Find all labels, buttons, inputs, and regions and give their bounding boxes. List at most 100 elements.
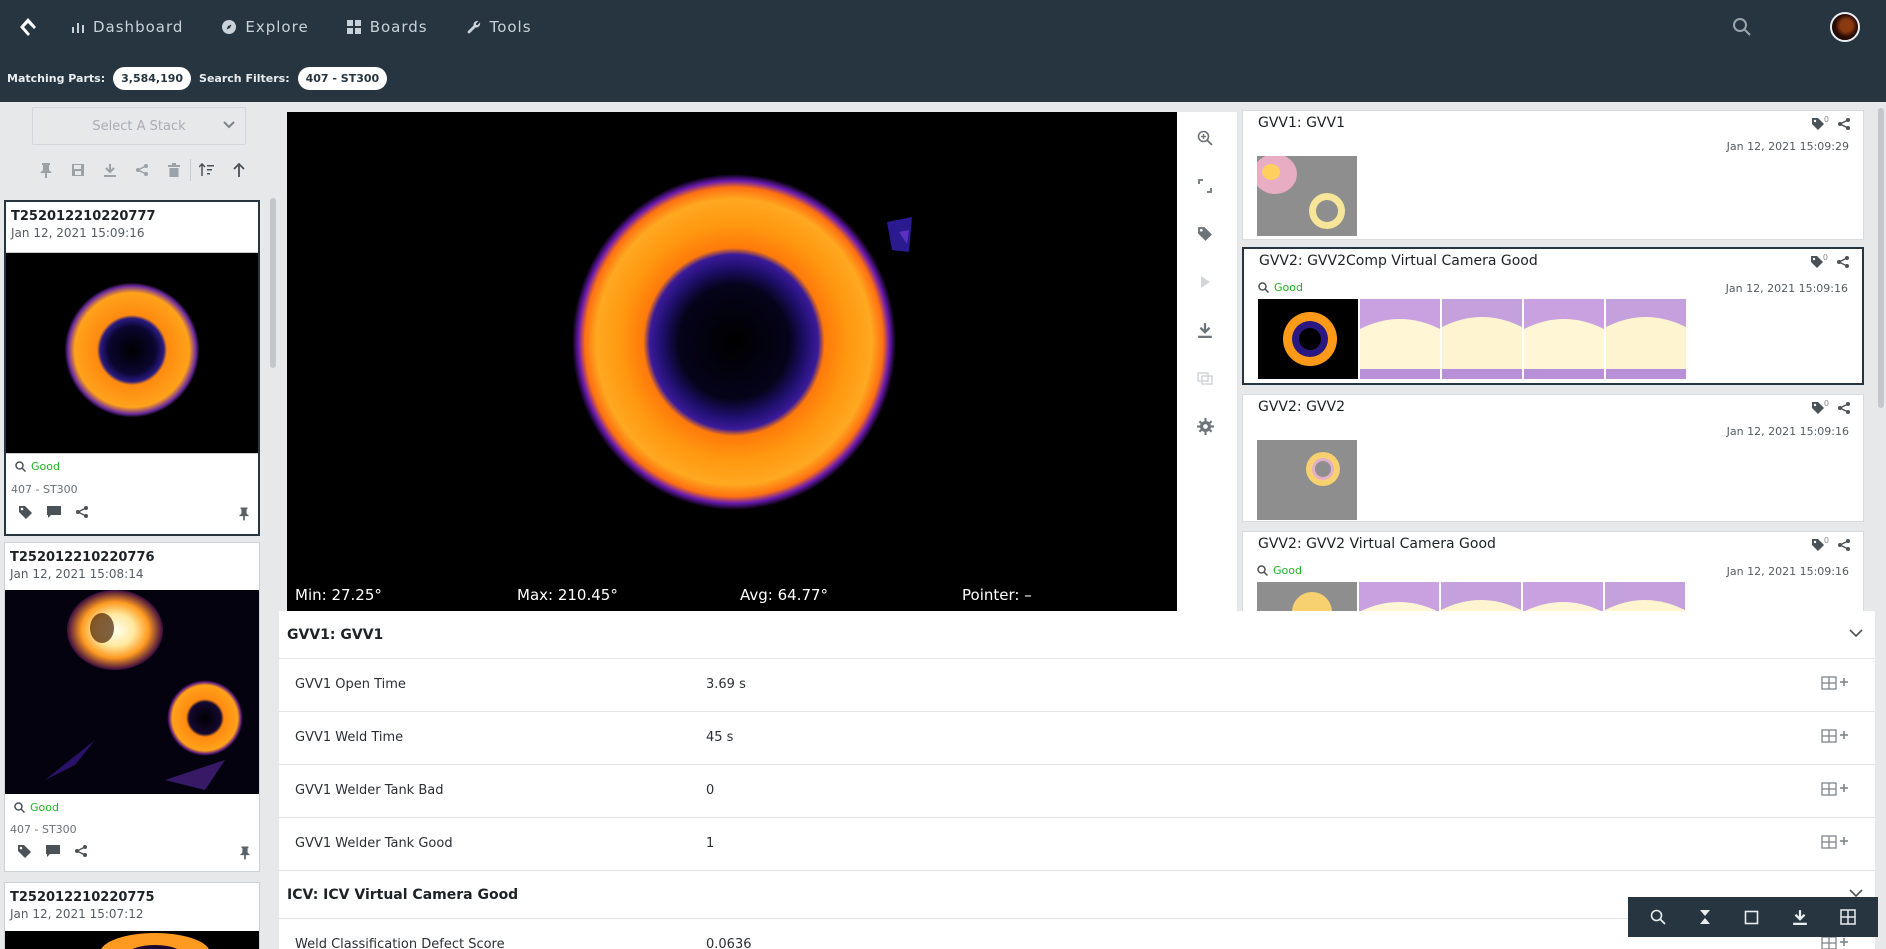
share-icon[interactable] <box>1837 538 1851 552</box>
matching-parts-label: Matching Parts: <box>7 71 106 85</box>
share-icon[interactable] <box>1837 117 1851 131</box>
capture-thumbnail[interactable] <box>1258 299 1358 379</box>
share-icon[interactable] <box>74 844 88 858</box>
nav-dashboard[interactable]: Dashboard <box>71 18 183 36</box>
detail-row: GVV1 Welder Tank Bad 0 <box>279 765 1875 818</box>
top-navigation-bar: Dashboard Explore Boards Tools <box>0 0 1886 54</box>
user-avatar[interactable] <box>1830 12 1860 42</box>
nav-explore[interactable]: Explore <box>221 18 308 36</box>
part-card[interactable]: T252012210220776 Jan 12, 2021 15:08:14 G… <box>4 542 260 872</box>
part-thermal-image[interactable] <box>5 590 259 794</box>
detail-key: GVV1 Weld Time <box>295 730 404 745</box>
part-card[interactable]: T252012210220775 Jan 12, 2021 15:07:12 <box>4 882 260 949</box>
capture-thumbnail[interactable] <box>1605 582 1685 611</box>
play-button[interactable] <box>1197 274 1213 294</box>
detail-row: GVV1 Welder Tank Good 1 <box>279 818 1875 871</box>
thermal-image-viewer[interactable]: Min: 27.25° Max: 210.45° Avg: 64.77° Poi… <box>287 112 1177 611</box>
add-to-table-icon[interactable] <box>1821 781 1851 799</box>
capture-thumbnail[interactable] <box>1442 299 1522 379</box>
pin-icon[interactable] <box>238 506 250 521</box>
main-thermal-image[interactable]: Min: 27.25° Max: 210.45° Avg: 64.77° Poi… <box>287 112 1177 611</box>
parts-scrollbar[interactable] <box>270 198 276 368</box>
capture-thumbnail[interactable] <box>1257 440 1357 520</box>
settings-button[interactable] <box>1197 418 1214 439</box>
card-actions <box>17 844 88 859</box>
download-icon[interactable] <box>1792 909 1808 925</box>
zoom-button[interactable] <box>1197 130 1213 150</box>
capture-thumbnail[interactable] <box>1360 299 1440 379</box>
add-to-table-icon[interactable] <box>1821 728 1851 746</box>
comment-icon[interactable] <box>45 844 61 859</box>
capture-thumbnail[interactable] <box>1524 299 1604 379</box>
detail-value: 3.69 s <box>706 677 746 692</box>
add-to-table-icon[interactable] <box>1821 935 1851 949</box>
capture-actions <box>1811 401 1851 415</box>
pin-icon[interactable] <box>239 845 251 860</box>
share-button[interactable] <box>126 163 158 177</box>
capture-thumbnail[interactable] <box>1441 582 1521 611</box>
search-filter-chip[interactable]: 407 - ST300 <box>297 66 388 90</box>
part-thermal-image[interactable] <box>6 252 258 454</box>
capture-card[interactable]: GVV2: GVV2 0 Jan 12, 2021 15:09:16 <box>1242 394 1864 522</box>
result-label: Good <box>31 460 60 473</box>
square-icon[interactable] <box>1744 910 1759 925</box>
capture-date: Jan 12, 2021 15:09:16 <box>1725 282 1848 295</box>
stack-select-placeholder: Select A Stack <box>92 118 186 134</box>
capture-thumbnails <box>1257 156 1357 236</box>
capture-thumbnail[interactable] <box>1606 299 1686 379</box>
search-icon[interactable] <box>1732 17 1752 37</box>
detail-key: Weld Classification Defect Score <box>295 937 505 949</box>
result-badge: Good <box>15 460 60 473</box>
capture-card[interactable]: GVV2: GVV2Comp Virtual Camera Good 0 Goo… <box>1242 247 1864 385</box>
compare-button[interactable] <box>1197 370 1213 390</box>
part-thermal-image[interactable] <box>5 931 259 949</box>
part-id: T252012210220775 <box>10 890 155 905</box>
result-badge: Good <box>1257 564 1302 577</box>
capture-thumbnail[interactable] <box>1257 156 1357 236</box>
detail-value: 45 s <box>706 730 734 745</box>
sort-button[interactable] <box>191 163 223 177</box>
tag-button[interactable] <box>1197 226 1213 246</box>
stack-select[interactable]: Select A Stack <box>32 107 246 145</box>
layers-icon <box>1197 372 1213 385</box>
section-title: ICV: ICV Virtual Camera Good <box>287 886 519 903</box>
scroll-top-button[interactable] <box>223 163 255 177</box>
table-icon[interactable] <box>1840 909 1856 925</box>
tag-count: 0 <box>1823 115 1829 124</box>
detail-row: GVV1 Open Time 3.69 s <box>279 659 1875 712</box>
add-to-table-icon[interactable] <box>1821 834 1851 852</box>
capture-thumbnail[interactable] <box>1359 582 1439 611</box>
play-icon <box>1201 276 1210 288</box>
collapse-icon[interactable] <box>1698 909 1712 925</box>
result-label: Good <box>30 801 59 814</box>
part-id: T252012210220776 <box>10 550 155 565</box>
chevron-down-icon <box>223 121 235 129</box>
pin-button[interactable] <box>30 162 62 178</box>
comment-icon[interactable] <box>46 505 62 520</box>
tag-icon[interactable] <box>17 844 32 859</box>
capture-thumbnail[interactable] <box>1523 582 1603 611</box>
tag-icon[interactable] <box>18 505 33 520</box>
tag-count: 0 <box>1823 399 1829 408</box>
nav-tools[interactable]: Tools <box>466 18 532 36</box>
section-header[interactable]: GVV1: GVV1 <box>279 611 1875 659</box>
share-icon[interactable] <box>75 505 89 519</box>
search-icon[interactable] <box>1650 909 1666 925</box>
fit-button[interactable] <box>1197 178 1213 198</box>
add-to-table-icon[interactable] <box>1821 675 1851 693</box>
delete-button[interactable] <box>158 163 190 177</box>
download-button[interactable] <box>94 163 126 177</box>
share-icon[interactable] <box>1837 401 1851 415</box>
save-button[interactable] <box>62 163 94 177</box>
floating-action-bar <box>1628 897 1878 937</box>
capture-card[interactable]: GVV2: GVV2 Virtual Camera Good 0 Good Ja… <box>1242 531 1864 611</box>
capture-thumbnail[interactable] <box>1257 582 1357 611</box>
app-logo[interactable] <box>0 0 54 54</box>
nav-boards[interactable]: Boards <box>346 18 428 36</box>
capture-card[interactable]: GVV1: GVV1 0 Jan 12, 2021 15:09:29 <box>1242 110 1864 240</box>
capture-scrollbar[interactable] <box>1878 108 1884 408</box>
part-card[interactable]: T252012210220777 Jan 12, 2021 15:09:16 G… <box>4 200 260 536</box>
parts-sidebar: Select A Stack T252012210220777 Jan 12, … <box>0 102 276 949</box>
share-icon[interactable] <box>1836 255 1850 269</box>
download-image-button[interactable] <box>1197 322 1213 342</box>
